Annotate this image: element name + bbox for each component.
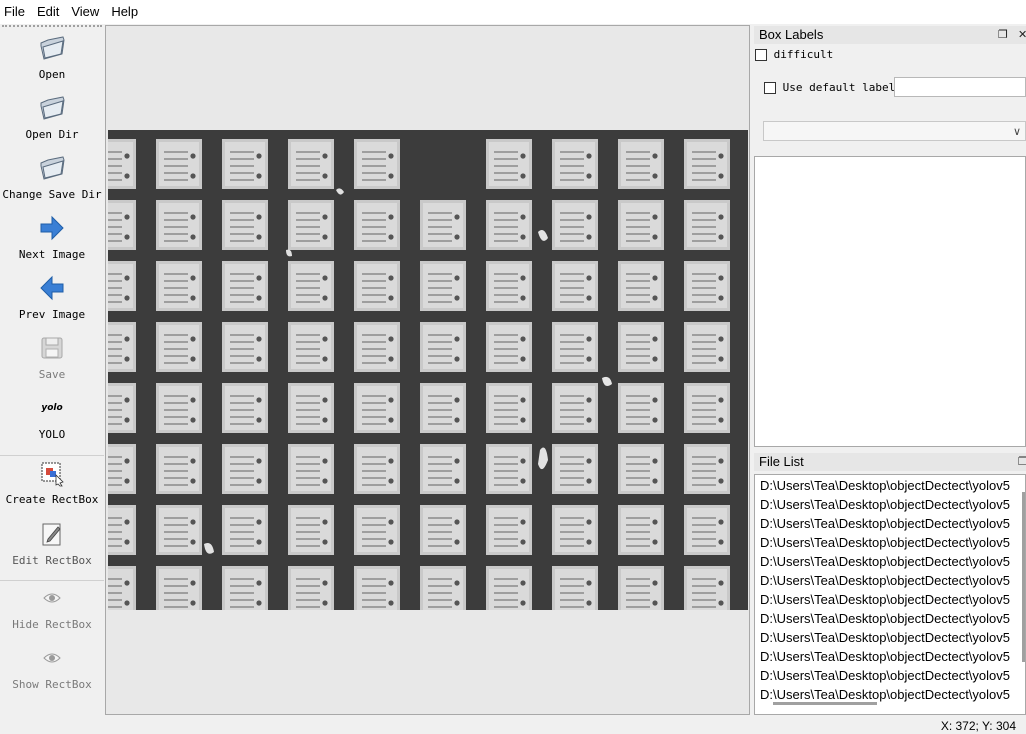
dock-close-icon[interactable]: ✕: [1018, 26, 1026, 44]
save-button[interactable]: Save: [0, 334, 104, 381]
open-label: Open: [38, 68, 66, 81]
toolbar-grip[interactable]: [2, 25, 102, 28]
edit-rectbox-button[interactable]: Edit RectBox: [0, 520, 104, 567]
image-canvas[interactable]: [105, 25, 750, 715]
file-list-item[interactable]: D:\Users\Tea\Desktop\objectDectect\yolov…: [755, 571, 1025, 590]
yolo-button[interactable]: yolo YOLO: [0, 394, 104, 441]
label-list[interactable]: [754, 156, 1026, 447]
folder-open-icon: [40, 96, 65, 120]
yolo-format-icon: yolo: [41, 403, 63, 413]
use-default-label-row: Use default label: [764, 79, 895, 95]
menu-view[interactable]: View: [65, 0, 105, 24]
file-list-horizontal-scrollbar[interactable]: [773, 702, 877, 705]
box-labels-dock-title: Box Labels ❐ ✕: [754, 26, 1026, 44]
open-button[interactable]: Open: [0, 34, 104, 81]
folder-open-icon: [40, 156, 65, 180]
use-default-label-checkbox[interactable]: [764, 81, 776, 94]
menu-edit[interactable]: Edit: [31, 0, 65, 24]
cursor-coordinates: X: 372; Y: 304: [940, 719, 1016, 733]
menu-file[interactable]: File: [0, 0, 31, 24]
hide-rectbox-button[interactable]: Hide RectBox: [0, 584, 104, 631]
eye-icon: [43, 653, 61, 663]
create-rect-icon: [41, 462, 64, 487]
arrow-right-icon: [40, 215, 64, 241]
default-label-input[interactable]: [894, 77, 1026, 97]
create-rectbox-button[interactable]: Create RectBox: [0, 459, 104, 506]
difficult-row: difficult: [755, 46, 833, 62]
menu-help[interactable]: Help: [105, 0, 144, 24]
chevron-down-icon: ∨: [1012, 126, 1021, 138]
show-rectbox-button[interactable]: Show RectBox: [0, 644, 104, 691]
edit-pencil-icon: [42, 523, 61, 546]
toolbar-separator: [0, 580, 104, 581]
menu-bar: File Edit View Help: [0, 0, 1026, 24]
hide-rectbox-label: Hide RectBox: [12, 618, 92, 631]
save-disk-icon: [41, 337, 63, 359]
tools-toolbar: Open Open Dir Change Save Dir Next Image…: [0, 25, 104, 715]
file-list-item[interactable]: D:\Users\Tea\Desktop\objectDectect\yolov…: [755, 552, 1025, 571]
edit-rectbox-label: Edit RectBox: [12, 554, 92, 567]
file-list-item[interactable]: D:\Users\Tea\Desktop\objectDectect\yolov…: [755, 647, 1025, 666]
toolbar-separator: [0, 455, 104, 456]
prev-image-label: Prev Image: [18, 308, 86, 321]
file-list-dock-title: File List ❐: [754, 453, 1026, 471]
show-rectbox-label: Show RectBox: [12, 678, 92, 691]
file-list-item[interactable]: D:\Users\Tea\Desktop\objectDectect\yolov…: [755, 590, 1025, 609]
next-image-label: Next Image: [18, 248, 86, 261]
file-list-item[interactable]: D:\Users\Tea\Desktop\objectDectect\yolov…: [755, 628, 1025, 647]
file-list-item[interactable]: D:\Users\Tea\Desktop\objectDectect\yolov…: [755, 514, 1025, 533]
file-list-item[interactable]: D:\Users\Tea\Desktop\objectDectect\yolov…: [755, 476, 1025, 495]
open-dir-button[interactable]: Open Dir: [0, 94, 104, 141]
box-labels-title: Box Labels: [759, 27, 824, 42]
difficult-checkbox[interactable]: [755, 48, 767, 61]
eye-icon: [43, 593, 61, 603]
loaded-image[interactable]: [108, 130, 748, 610]
difficult-label: difficult: [773, 48, 834, 61]
folder-open-icon: [40, 36, 65, 60]
arrow-left-icon: [40, 275, 64, 301]
create-rectbox-label: Create RectBox: [5, 493, 99, 506]
file-list-item[interactable]: D:\Users\Tea\Desktop\objectDectect\yolov…: [755, 609, 1025, 628]
next-image-button[interactable]: Next Image: [0, 214, 104, 261]
dock-float-icon[interactable]: ❐: [1018, 453, 1026, 471]
change-save-dir-label: Change Save Dir: [2, 188, 102, 201]
yolo-label: YOLO: [38, 428, 66, 441]
file-list-vertical-scrollbar[interactable]: [1022, 492, 1025, 662]
prev-image-button[interactable]: Prev Image: [0, 274, 104, 321]
dock-float-icon[interactable]: ❐: [998, 26, 1008, 44]
open-dir-label: Open Dir: [25, 128, 79, 141]
file-list-item[interactable]: D:\Users\Tea\Desktop\objectDectect\yolov…: [755, 495, 1025, 514]
change-save-dir-button[interactable]: Change Save Dir: [0, 154, 104, 201]
file-list[interactable]: D:\Users\Tea\Desktop\objectDectect\yolov…: [754, 474, 1026, 715]
file-list-item[interactable]: D:\Users\Tea\Desktop\objectDectect\yolov…: [755, 666, 1025, 685]
label-combobox[interactable]: ∨: [763, 121, 1026, 141]
use-default-label-label: Use default label: [782, 81, 896, 94]
file-list-title: File List: [759, 454, 804, 469]
file-list-item[interactable]: D:\Users\Tea\Desktop\objectDectect\yolov…: [755, 533, 1025, 552]
save-label: Save: [38, 368, 66, 381]
